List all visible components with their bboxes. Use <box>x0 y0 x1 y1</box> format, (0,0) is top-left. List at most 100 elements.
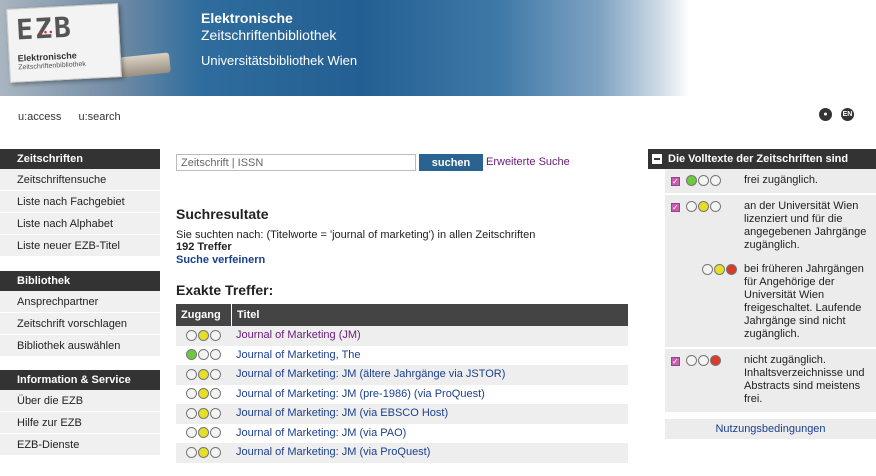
nav-uaccess-link[interactable]: u:access <box>18 111 61 123</box>
results-table-body: Journal of Marketing (JM) Journal of Mark… <box>176 326 628 463</box>
sidebar-item-bibliothek-auswaehlen[interactable]: Bibliothek auswählen <box>0 335 160 357</box>
sidebar-item-hilfe[interactable]: Hilfe zur EZB <box>0 412 160 434</box>
sidebar-heading: Bibliothek <box>0 271 160 291</box>
col-title-header: Titel <box>237 309 260 321</box>
access-dot-red-icon <box>210 349 221 361</box>
access-dot-red-icon <box>210 407 221 419</box>
access-dot-green-icon <box>686 174 697 186</box>
access-dot-red-icon <box>210 368 221 380</box>
legend-header[interactable]: Die Volltexte der Zeitschriften sind <box>648 149 876 169</box>
banner-title-line2: Zeitschriftenbibliothek <box>201 27 337 43</box>
refine-search-link[interactable]: Suche verfeinern <box>176 254 265 266</box>
sidebar-item-alphabet[interactable]: Liste nach Alphabet <box>0 213 160 235</box>
legend-item: bei früheren Jahrgängen für Angehörige d… <box>665 258 876 349</box>
ezb-logo[interactable]: EZB ● ● ● Elektronische Zeitschriftenbib… <box>6 3 122 83</box>
collapse-icon[interactable] <box>652 154 662 164</box>
access-traffic-light <box>680 174 744 187</box>
journal-title-link[interactable]: Journal of Marketing: JM (via EBSCO Host… <box>232 404 448 424</box>
table-row: Journal of Marketing (JM) <box>176 326 628 346</box>
access-traffic-light <box>680 263 744 341</box>
access-dot-green-icon <box>686 200 697 212</box>
logo-traffic-dots-icon: ● ● ● <box>38 29 53 37</box>
access-traffic-light <box>176 404 232 424</box>
access-dot-red-icon <box>710 174 721 186</box>
access-dot-yellow-icon <box>698 354 709 366</box>
sidebar-section-bibliothek: Bibliothek Ansprechpartner Zeitschrift v… <box>0 271 160 357</box>
journal-title-link[interactable]: Journal of Marketing (JM) <box>232 326 361 346</box>
banner-title-line1: Elektronische <box>201 10 293 26</box>
access-dot-green-icon <box>186 446 197 458</box>
sidebar-item-ueber-ezb[interactable]: Über die EZB <box>0 390 160 412</box>
access-dot-yellow-icon <box>198 407 209 419</box>
search-input[interactable] <box>176 154 416 171</box>
table-row: Journal of Marketing: JM (via ProQuest) <box>176 443 628 463</box>
legend-checkbox[interactable] <box>671 201 680 214</box>
legend-title: Die Volltexte der Zeitschriften sind <box>668 153 849 165</box>
journal-title-link[interactable]: Journal of Marketing, The <box>232 346 361 366</box>
access-traffic-light <box>176 443 232 463</box>
journal-title-link[interactable]: Journal of Marketing: JM (via ProQuest) <box>232 443 430 463</box>
journal-title-link[interactable]: Journal of Marketing: JM (pre-1986) (via… <box>232 385 485 405</box>
access-dot-yellow-icon <box>198 349 209 361</box>
access-dot-green-icon <box>702 263 713 275</box>
sidebar-heading: Zeitschriften <box>0 149 160 169</box>
table-row: Journal of Marketing: JM (pre-1986) (via… <box>176 385 628 405</box>
access-dot-green-icon <box>186 407 197 419</box>
sidebar-section-zeitschriften: Zeitschriften Zeitschriftensuche Liste n… <box>0 149 160 257</box>
access-dot-red-icon <box>210 427 221 439</box>
legend-item: nicht zugänglich. Inhaltsverzeichnisse u… <box>665 349 876 414</box>
hit-count: 192 Treffer <box>176 241 232 253</box>
sidebar-item-fachgebiet[interactable]: Liste nach Fachgebiet <box>0 191 160 213</box>
access-dot-yellow-icon <box>198 427 209 439</box>
access-dot-yellow-icon <box>198 329 209 341</box>
sidebar-item-vorschlagen[interactable]: Zeitschrift vorschlagen <box>0 313 160 335</box>
sidebar-heading: Information & Service <box>0 370 160 390</box>
sidebar-section-information: Information & Service Über die EZB Hilfe… <box>0 370 160 456</box>
access-dot-yellow-icon <box>198 446 209 458</box>
legend-checkbox[interactable] <box>671 355 680 368</box>
access-dot-red-icon <box>210 329 221 341</box>
language-en-icon[interactable]: EN <box>841 108 854 121</box>
journal-title-link[interactable]: Journal of Marketing: JM (ältere Jahrgän… <box>232 365 505 385</box>
legend-text: an der Universität Wien lizenziert und f… <box>744 200 867 251</box>
access-dot-green-icon <box>686 354 697 366</box>
access-dot-yellow-icon <box>698 174 709 186</box>
search-button[interactable]: suchen <box>419 154 483 171</box>
legend-body: frei zugänglich. an der Universität Wien … <box>665 169 876 414</box>
access-traffic-light <box>176 385 232 405</box>
access-dot-red-icon <box>726 263 737 275</box>
top-icons: ● EN <box>813 108 854 121</box>
table-row: Journal of Marketing: JM (via EBSCO Host… <box>176 404 628 424</box>
banner-institution: Universitätsbibliothek Wien <box>201 53 358 68</box>
access-dot-green-icon <box>186 427 197 439</box>
legend-checkbox[interactable] <box>671 175 680 188</box>
results-table: Zugang Titel Journal of Marketing (JM) Jo… <box>176 304 628 463</box>
legend-text: frei zugänglich. <box>744 174 818 186</box>
access-traffic-light <box>680 354 744 406</box>
exact-hits-heading: Exakte Treffer: <box>176 282 274 298</box>
legend-text: nicht zugänglich. Inhaltsverzeichnisse u… <box>744 354 865 405</box>
terms-of-use-link[interactable]: Nutzungsbedingungen <box>665 419 876 439</box>
access-dot-yellow-icon <box>198 368 209 380</box>
access-dot-red-icon <box>710 200 721 212</box>
sidebar-item-neue-titel[interactable]: Liste neuer EZB-Titel <box>0 235 160 257</box>
logo-letters: EZB <box>15 10 74 47</box>
header-banner: EZB ● ● ● Elektronische Zeitschriftenbib… <box>0 0 876 96</box>
access-dot-green-icon <box>186 368 197 380</box>
access-traffic-light <box>176 365 232 385</box>
legend-text: bei früheren Jahrgängen für Angehörige d… <box>744 263 864 340</box>
col-access-header: Zugang <box>176 304 232 326</box>
advanced-search-link[interactable]: Erweiterte Suche <box>486 156 570 168</box>
sidebar-item-ansprechpartner[interactable]: Ansprechpartner <box>0 291 160 313</box>
access-dot-green-icon <box>186 388 197 400</box>
sidebar-item-zeitschriftensuche[interactable]: Zeitschriftensuche <box>0 169 160 191</box>
table-row: Journal of Marketing: JM (ältere Jahrgän… <box>176 365 628 385</box>
access-dot-yellow-icon <box>698 200 709 212</box>
nav-usearch-link[interactable]: u:search <box>78 111 120 123</box>
accessibility-icon[interactable]: ● <box>818 108 832 121</box>
sidebar-item-dienste[interactable]: EZB-Dienste <box>0 434 160 456</box>
access-traffic-light <box>176 346 232 366</box>
legend-item: frei zugänglich. <box>665 169 876 195</box>
access-dot-red-icon <box>210 388 221 400</box>
journal-title-link[interactable]: Journal of Marketing: JM (via PAO) <box>232 424 406 444</box>
